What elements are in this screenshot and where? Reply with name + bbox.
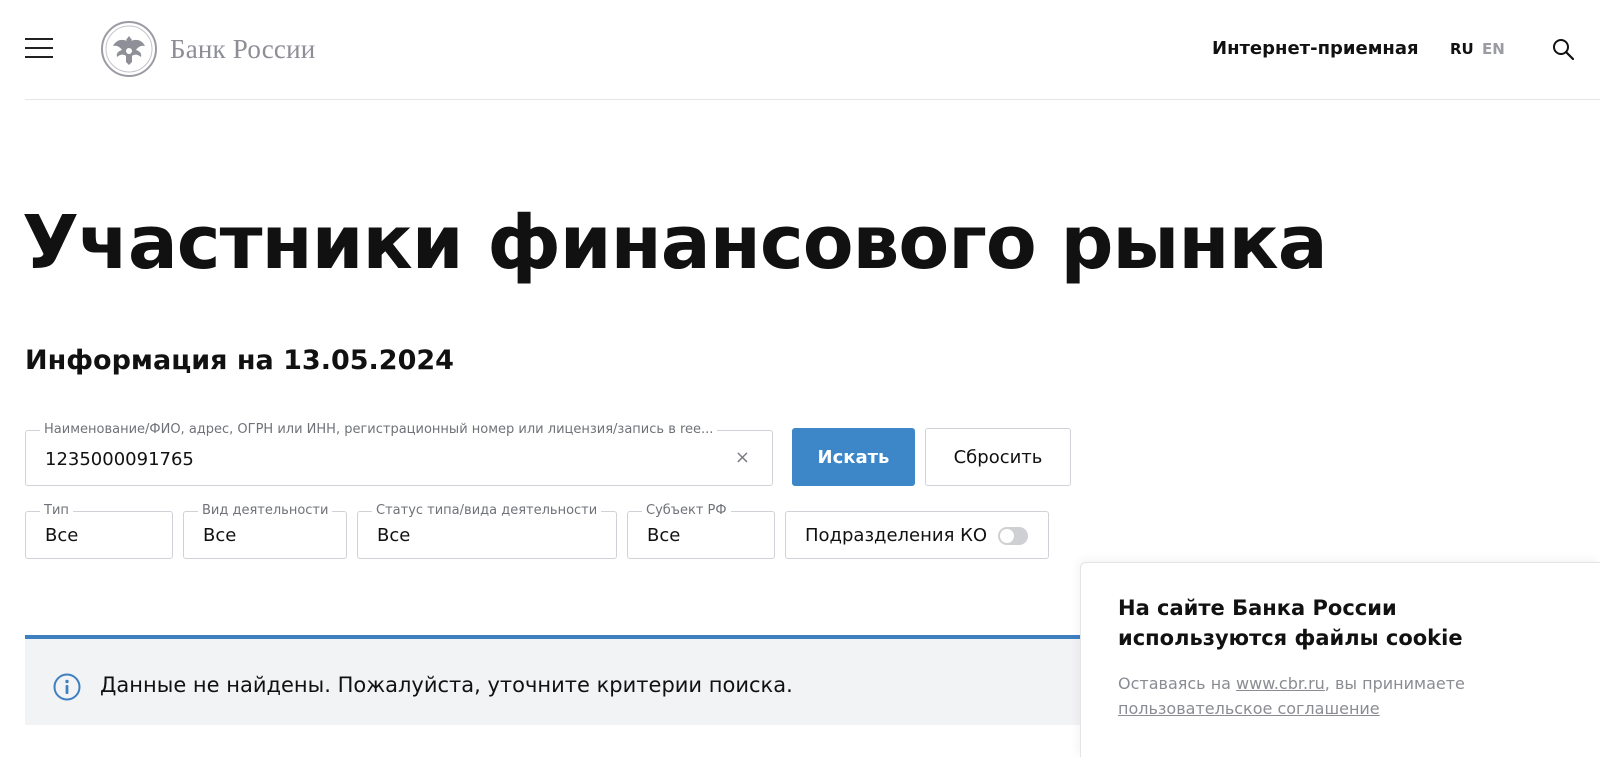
notice-text: Данные не найдены. Пожалуйста, уточните … — [100, 673, 793, 697]
search-input-label: Наименование/ФИО, адрес, ОГРН или ИНН, р… — [40, 422, 718, 438]
lang-ru-link[interactable]: RU — [1450, 40, 1474, 58]
type-select-value: Все — [45, 525, 79, 546]
site-header: Банк России Интернет-приемная RU EN — [0, 0, 1600, 100]
toggle-knob — [1000, 529, 1014, 543]
internet-reception-link[interactable]: Интернет-приемная — [1212, 38, 1419, 59]
info-date-heading: Информация на 13.05.2024 — [25, 345, 454, 376]
info-icon — [53, 673, 81, 701]
lang-en-link[interactable]: EN — [1482, 40, 1505, 58]
ko-divisions-toggle[interactable] — [998, 527, 1028, 545]
status-select[interactable]: Статус типа/вида деятельности Все — [357, 503, 617, 559]
logo[interactable]: Банк России — [100, 20, 315, 78]
cookie-text-after: , вы принимаете — [1324, 674, 1465, 693]
menu-icon[interactable] — [25, 38, 53, 58]
user-agreement-link[interactable]: пользовательское соглашение — [1118, 699, 1380, 718]
header-divider — [25, 99, 1600, 100]
cbr-site-link[interactable]: www.cbr.ru — [1236, 674, 1325, 693]
ko-divisions-label: Подразделения КО — [805, 525, 988, 546]
activity-select-label: Вид деятельности — [198, 503, 333, 519]
search-icon[interactable] — [1552, 38, 1574, 60]
page-title: Участники финансового рынка — [22, 200, 1328, 286]
bank-emblem-icon — [101, 21, 157, 77]
region-select-label: Субъект РФ — [642, 503, 731, 519]
clear-icon[interactable]: × — [735, 449, 750, 467]
reset-button[interactable]: Сбросить — [925, 428, 1071, 486]
cookie-popup: На сайте Банка России используются файлы… — [1080, 562, 1600, 757]
search-input[interactable]: Наименование/ФИО, адрес, ОГРН или ИНН, р… — [25, 422, 773, 486]
cookie-text: Оставаясь на www.cbr.ru, вы принимаете п… — [1118, 671, 1558, 721]
region-select[interactable]: Субъект РФ Все — [627, 503, 775, 559]
search-input-value[interactable]: 1235000091765 — [45, 449, 194, 470]
no-results-notice: Данные не найдены. Пожалуйста, уточните … — [25, 639, 1105, 725]
type-select-label: Тип — [40, 503, 73, 519]
search-button[interactable]: Искать — [792, 428, 915, 486]
type-select[interactable]: Тип Все — [25, 503, 173, 559]
region-select-value: Все — [647, 525, 681, 546]
activity-select[interactable]: Вид деятельности Все — [183, 503, 347, 559]
activity-select-value: Все — [203, 525, 237, 546]
cookie-text-before: Оставаясь на — [1118, 674, 1237, 693]
status-select-value: Все — [377, 525, 411, 546]
cookie-title: На сайте Банка России используются файлы… — [1118, 596, 1463, 650]
logo-text: Банк России — [170, 33, 316, 64]
ko-divisions-filter[interactable]: Подразделения КО — [785, 511, 1049, 559]
status-select-label: Статус типа/вида деятельности — [372, 503, 602, 519]
